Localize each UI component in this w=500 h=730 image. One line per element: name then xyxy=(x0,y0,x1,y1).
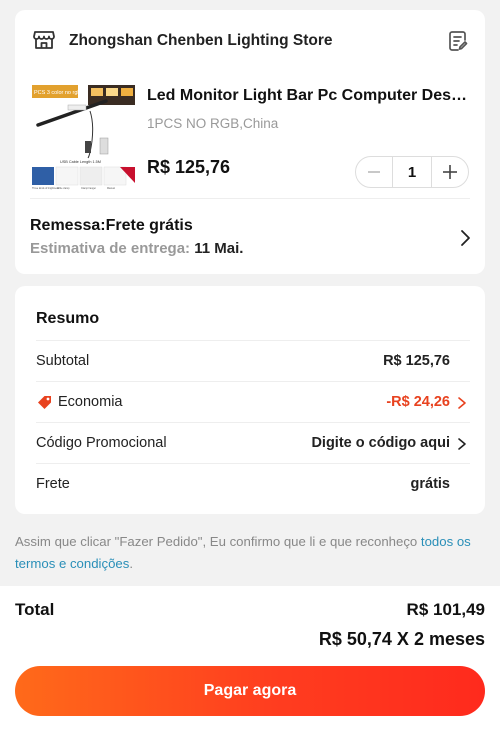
product-image[interactable]: PCS 3 color no rgb USB Cable Length 1.5M… xyxy=(30,83,137,190)
promo-code-row[interactable]: Código Promocional Digite o código aqui xyxy=(36,423,470,463)
chevron-right-icon[interactable] xyxy=(457,437,467,451)
delivery-date: 11 Mai. xyxy=(194,240,244,257)
subtotal-value: R$ 125,76 xyxy=(383,353,450,369)
total-label: Total xyxy=(15,600,55,619)
terms-text: Assim que clicar "Fazer Pedido", Eu conf… xyxy=(15,534,421,549)
store-name[interactable]: Zhongshan Chenben Lighting Store xyxy=(69,32,332,50)
quantity-stepper: 1 xyxy=(355,156,469,188)
terms-suffix: . xyxy=(129,556,134,571)
economy-label: Economia xyxy=(58,394,123,410)
shipping-title: Remessa:Frete grátis xyxy=(30,217,193,234)
economy-row[interactable]: Economia -R$ 24,26 xyxy=(36,382,470,422)
checkout-bar: Total R$ 101,49 R$ 50,74 X 2 meses Pagar… xyxy=(0,586,500,730)
plus-icon xyxy=(443,165,457,179)
chevron-right-icon[interactable] xyxy=(458,228,472,248)
total-value: R$ 101,49 xyxy=(406,600,485,619)
economy-value: -R$ 24,26 xyxy=(386,394,450,410)
promo-code-label: Código Promocional xyxy=(36,435,167,451)
price-tag-icon xyxy=(36,393,54,411)
quantity-value[interactable]: 1 xyxy=(392,157,432,187)
image-cable-text: USB Cable Length 1.5M xyxy=(60,160,101,164)
subtotal-label: Subtotal xyxy=(36,353,90,369)
decrease-button[interactable] xyxy=(356,157,392,187)
image-caption: Clamp hanger xyxy=(81,187,96,190)
store-card: Zhongshan Chenben Lighting Store PCS 3 c… xyxy=(15,10,485,274)
chevron-right-icon[interactable] xyxy=(457,396,467,410)
divider xyxy=(30,198,470,199)
delivery-estimate: Estimativa de entrega: 11 Mai. xyxy=(30,240,243,257)
promo-code-input[interactable]: Digite o código aqui xyxy=(311,435,450,451)
store-header[interactable]: Zhongshan Chenben Lighting Store xyxy=(15,10,485,70)
terms-disclaimer: Assim que clicar "Fazer Pedido", Eu conf… xyxy=(15,531,485,575)
pay-now-button[interactable]: Pagar agora xyxy=(15,666,485,716)
product-price: R$ 125,76 xyxy=(147,157,231,177)
shipping-fee-row: Frete grátis xyxy=(36,464,470,504)
product-title[interactable]: Led Monitor Light Bar Pc Computer Desk .… xyxy=(147,87,472,105)
shipping-fee-label: Frete xyxy=(36,476,70,492)
installments-value: R$ 50,74 X 2 meses xyxy=(318,629,485,649)
minus-icon xyxy=(368,171,380,173)
image-caption: Manual xyxy=(107,187,115,190)
image-caption: Wide clamp xyxy=(57,187,70,190)
note-edit-icon[interactable] xyxy=(446,29,470,53)
subtotal-row: Subtotal R$ 125,76 xyxy=(36,341,470,381)
delivery-estimate-label: Estimativa de entrega: xyxy=(30,240,195,257)
summary-card: Resumo Subtotal R$ 125,76 Economia -R$ 2… xyxy=(15,286,485,514)
product-variant[interactable]: 1PCS NO RGB,China xyxy=(147,116,278,131)
shipping-fee-value: grátis xyxy=(410,476,451,492)
summary-title: Resumo xyxy=(36,310,100,327)
image-caption: Three kinds of brightness xyxy=(32,187,60,190)
storefront-icon xyxy=(32,28,56,52)
increase-button[interactable] xyxy=(432,157,468,187)
image-banner-text: PCS 3 color no rgb xyxy=(34,90,80,96)
